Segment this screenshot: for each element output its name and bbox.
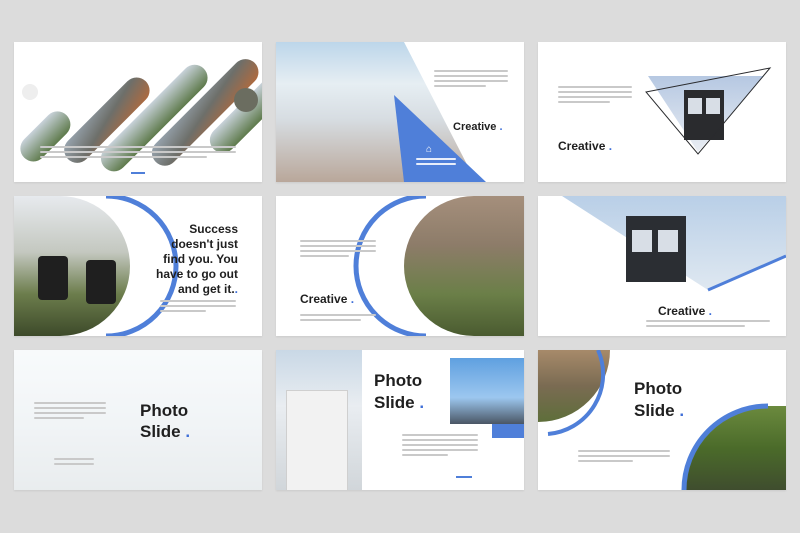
triangle-photo <box>645 67 772 155</box>
accent-underline <box>131 172 145 174</box>
slide-9[interactable]: Photo Slide . <box>538 350 786 490</box>
slide-4[interactable]: Success doesn't just find you. You have … <box>14 196 262 336</box>
slide-title: Creative . <box>453 121 503 133</box>
slide-title: Creative . <box>558 139 613 153</box>
caption-lines <box>416 158 456 168</box>
slide-7[interactable]: Photo Slide . <box>14 350 262 490</box>
caption-lines <box>300 314 376 324</box>
body-text-lines <box>402 434 478 459</box>
slide-title: Photo Slide . <box>374 371 425 412</box>
body-text-lines <box>434 70 508 90</box>
body-text-lines <box>578 450 670 465</box>
body-text-lines <box>300 240 376 260</box>
body-text-lines <box>160 300 236 315</box>
slide-title: Photo Slide . <box>140 401 191 441</box>
slide-2[interactable]: ⌂ Creative . <box>276 42 524 182</box>
slide-6[interactable]: Creative . <box>538 196 786 336</box>
blue-arc-bottom <box>681 403 769 490</box>
slide-title: Creative . <box>300 292 355 306</box>
slide-1[interactable] <box>14 42 262 182</box>
photo-white-building <box>276 350 362 490</box>
slide-title: Creative . <box>657 304 712 318</box>
slide-3[interactable]: Creative . <box>538 42 786 182</box>
home-icon: ⌂ <box>426 144 433 155</box>
diagonal-photo-strips <box>20 59 262 172</box>
quote-text: Success doesn't just find you. You have … <box>156 222 238 296</box>
photo-tower <box>450 358 524 424</box>
blue-triangle <box>394 95 486 182</box>
body-text-lines <box>40 146 236 161</box>
caption-lines <box>54 458 94 468</box>
blue-accent-block <box>492 424 524 438</box>
body-text-lines <box>34 402 106 422</box>
accent-underline <box>456 476 472 478</box>
body-text-lines <box>558 86 632 106</box>
body-text-lines <box>646 320 770 330</box>
slide-5[interactable]: Creative . <box>276 196 524 336</box>
slide-8[interactable]: Photo Slide . <box>276 350 524 490</box>
